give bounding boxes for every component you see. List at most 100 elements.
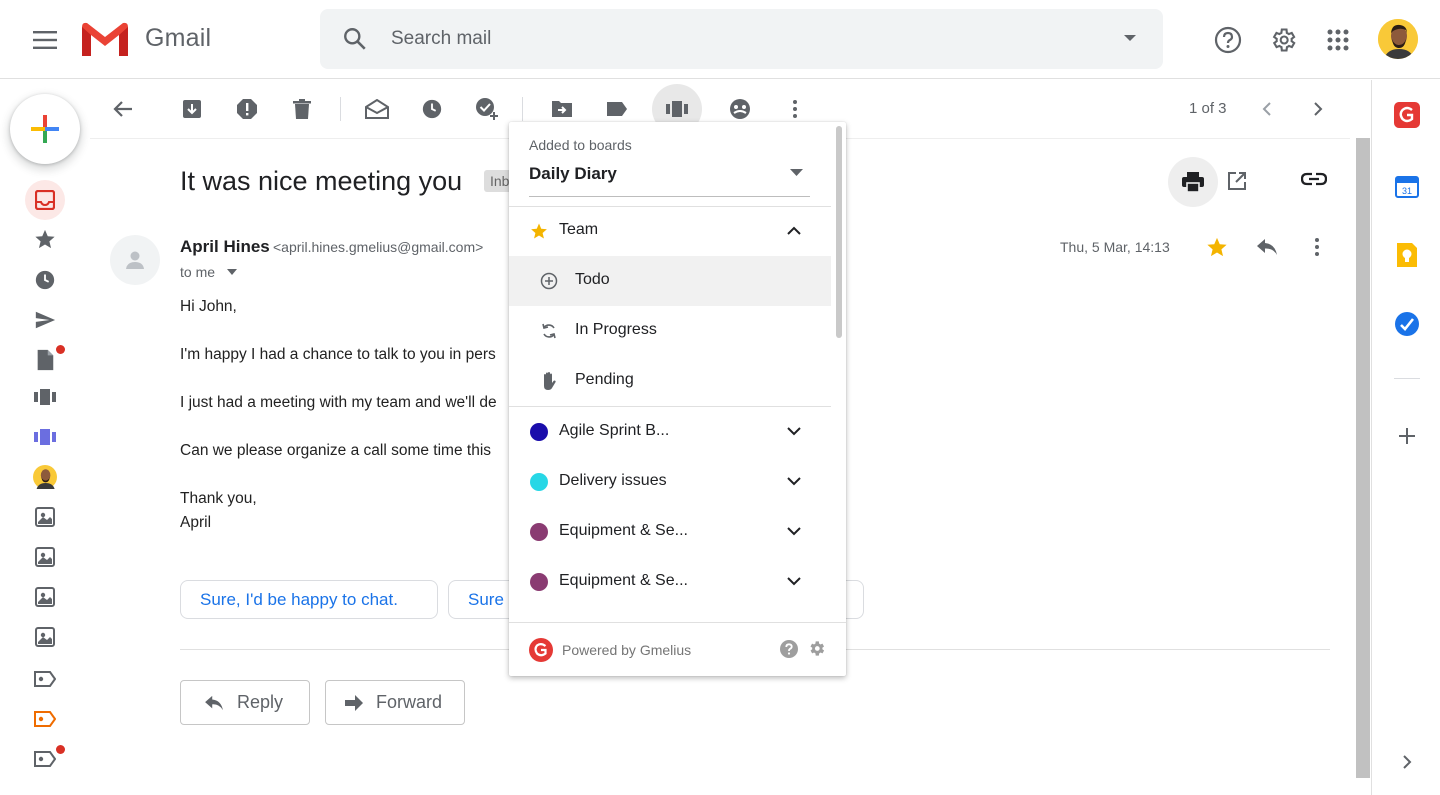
reply-action-button[interactable]: Reply — [180, 680, 310, 725]
board-color-dot — [529, 422, 549, 442]
search-options-caret-icon[interactable] — [1123, 31, 1137, 45]
get-addons-button[interactable] — [1393, 422, 1421, 450]
nav-tag-1[interactable] — [25, 659, 65, 699]
snooze-button[interactable] — [413, 90, 451, 128]
sender-email: <april.hines.gmelius@gmail.com> — [273, 239, 484, 255]
nav-sent[interactable] — [25, 300, 65, 340]
board-column-name: Pending — [575, 371, 634, 388]
main-scrollbar[interactable] — [1356, 138, 1370, 778]
board-color-dot — [529, 522, 549, 542]
nav-boards[interactable] — [25, 377, 65, 417]
calendar-icon: 31 — [1395, 176, 1419, 198]
star-toggle[interactable] — [1200, 230, 1234, 264]
add-to-tasks-button[interactable] — [468, 90, 506, 128]
nav-contact-avatar[interactable] — [25, 457, 65, 497]
chevron-up-icon[interactable] — [786, 220, 802, 240]
boards-popover: Added to boards Daily Diary Team Todo In… — [509, 122, 846, 676]
gmelius-addon-button[interactable] — [1393, 101, 1421, 129]
open-new-window-button[interactable] — [1220, 164, 1254, 198]
board-group-agile-sprint[interactable]: Agile Sprint B... — [509, 407, 831, 457]
nav-tag-2[interactable] — [25, 699, 65, 739]
label-tag-icon — [607, 102, 627, 116]
board-group-delivery-issues[interactable]: Delivery issues — [509, 457, 831, 507]
forward-action-button[interactable]: Forward — [325, 680, 465, 725]
popover-footer: Powered by Gmelius — [509, 622, 846, 676]
powered-by-text: Powered by Gmelius — [562, 642, 692, 658]
recipient-caret-icon[interactable] — [227, 269, 237, 275]
inbox-icon — [35, 190, 55, 210]
search-icon[interactable] — [342, 26, 368, 52]
nav-gmelius-boards[interactable] — [25, 417, 65, 457]
nav-starred[interactable] — [25, 219, 65, 259]
svg-text:31: 31 — [1402, 186, 1412, 196]
search-bar[interactable]: Search mail — [320, 9, 1163, 69]
nav-label-2[interactable] — [25, 537, 65, 577]
board-color-icon — [34, 429, 56, 445]
gmail-m-icon — [82, 22, 128, 56]
help-icon[interactable] — [1210, 22, 1246, 58]
nav-label-1[interactable] — [25, 497, 65, 537]
contact-card-icon — [35, 547, 55, 567]
spam-octagon-icon — [237, 99, 257, 119]
side-panel: 31 — [1371, 80, 1440, 795]
settings-gear-icon[interactable] — [1265, 22, 1301, 58]
more-vertical-icon — [1315, 238, 1319, 256]
newer-button[interactable] — [1248, 90, 1286, 128]
back-button[interactable] — [104, 90, 142, 128]
gear-icon[interactable] — [807, 639, 826, 658]
chevron-down-icon[interactable] — [786, 471, 802, 491]
board-group-name: Agile Sprint B... — [559, 422, 670, 439]
chevron-down-icon[interactable] — [786, 521, 802, 541]
board-group-equipment-1[interactable]: Equipment & Se... — [509, 507, 831, 557]
popover-scrollbar[interactable] — [836, 126, 842, 338]
draft-file-icon — [37, 349, 54, 371]
board-select[interactable]: Daily Diary — [529, 164, 617, 184]
main-menu-button[interactable] — [22, 20, 68, 60]
board-column-in-progress[interactable]: In Progress — [509, 306, 831, 356]
star-icon — [529, 221, 549, 241]
nav-inbox[interactable] — [25, 180, 65, 220]
board-color-dot — [529, 572, 549, 592]
star-filled-icon — [1207, 237, 1227, 257]
board-column-todo[interactable]: Todo — [509, 256, 831, 306]
team-share-icon — [730, 99, 750, 119]
copy-link-button[interactable] — [1297, 162, 1331, 196]
nav-label-3[interactable] — [25, 577, 65, 617]
tasks-addon-button[interactable] — [1393, 310, 1421, 338]
delete-button[interactable] — [283, 90, 321, 128]
help-icon[interactable] — [780, 640, 798, 658]
nav-label-4[interactable] — [25, 617, 65, 657]
reply-button[interactable] — [1250, 230, 1284, 264]
chevron-down-icon[interactable] — [786, 421, 802, 441]
board-group-team[interactable]: Team — [509, 206, 831, 256]
smart-reply-1[interactable]: Sure, I'd be happy to chat. — [180, 580, 438, 619]
older-button[interactable] — [1299, 90, 1337, 128]
mark-unread-button[interactable] — [358, 90, 396, 128]
nav-snoozed[interactable] — [25, 260, 65, 300]
print-button[interactable] — [1168, 157, 1218, 207]
sender-name: April Hines — [180, 237, 270, 256]
calendar-addon-button[interactable]: 31 — [1393, 172, 1421, 200]
search-input[interactable]: Search mail — [391, 28, 491, 50]
board-column-pending[interactable]: Pending — [509, 356, 831, 406]
contact-card-icon — [35, 587, 55, 607]
archive-button[interactable] — [173, 90, 211, 128]
chevron-down-icon[interactable] — [786, 571, 802, 591]
reply-action-label: Reply — [237, 692, 284, 712]
board-select-caret-icon[interactable] — [790, 169, 803, 176]
account-avatar[interactable] — [1378, 19, 1418, 59]
pagination-count: 1 of 3 — [1189, 100, 1227, 117]
reply-icon — [205, 695, 223, 710]
sync-icon — [539, 321, 559, 341]
report-spam-button[interactable] — [228, 90, 266, 128]
apps-grid-icon[interactable] — [1320, 22, 1356, 58]
compose-button[interactable] — [10, 94, 80, 164]
board-group-equipment-2[interactable]: Equipment & Se... — [509, 557, 831, 607]
message-more-button[interactable] — [1300, 230, 1334, 264]
recipient-details[interactable]: to me — [180, 264, 215, 280]
board-color-dot — [529, 472, 549, 492]
hide-side-panel-button[interactable] — [1393, 748, 1421, 776]
chevron-left-icon — [1262, 102, 1271, 116]
keep-addon-button[interactable] — [1393, 241, 1421, 269]
gmail-logo[interactable] — [82, 22, 128, 56]
